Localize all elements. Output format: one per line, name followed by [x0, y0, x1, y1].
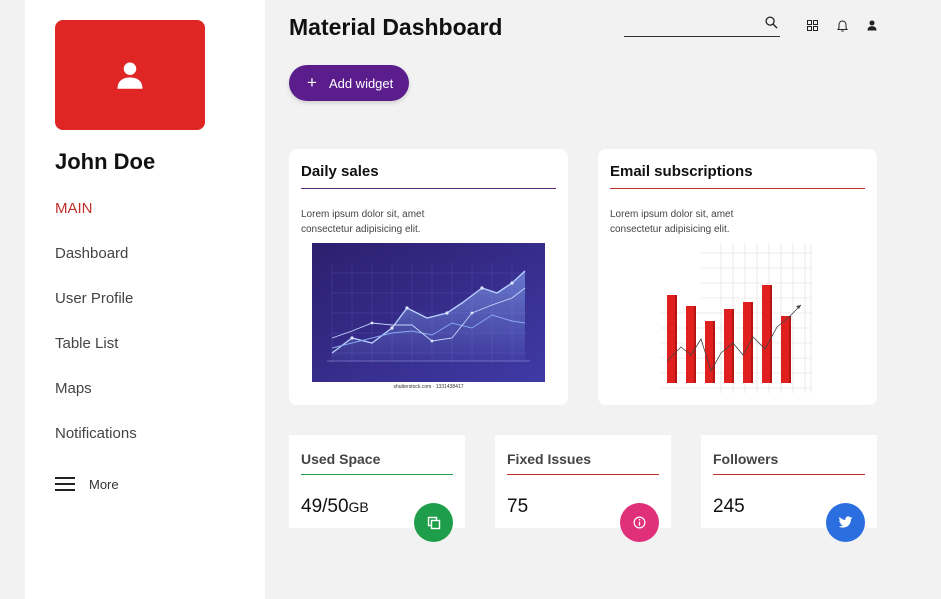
sidebar-item-maps[interactable]: Maps [55, 379, 137, 424]
sidebar-nav: MAIN Dashboard User Profile Table List M… [55, 199, 137, 469]
sidebar: John Doe MAIN Dashboard User Profile Tab… [25, 0, 265, 599]
sidebar-item-user-profile[interactable]: User Profile [55, 289, 137, 334]
subscriptions-chart-image [661, 243, 812, 393]
user-icon [117, 62, 143, 89]
daily-sales-card: Daily sales Lorem ipsum dolor sit, amet … [289, 149, 568, 405]
card-description: Lorem ipsum dolor sit, amet consectetur … [610, 209, 734, 235]
card-title: Daily sales [301, 163, 379, 180]
bell-icon[interactable] [837, 20, 848, 32]
stat-title: Fixed Issues [507, 451, 592, 467]
stat-title: Used Space [301, 451, 381, 467]
stat-value: 245 [713, 496, 745, 518]
avatar[interactable] [55, 20, 205, 130]
card-title: Email subscriptions [610, 163, 753, 180]
used-space-action-button[interactable] [414, 503, 453, 542]
stat-number: 75 [507, 496, 529, 517]
stat-divider [507, 474, 659, 475]
page-title: Material Dashboard [289, 14, 503, 40]
copy-icon [427, 516, 440, 529]
hamburger-icon [55, 477, 75, 491]
stat-number: 245 [713, 496, 745, 517]
card-divider [610, 188, 865, 189]
stat-divider [713, 474, 865, 475]
add-widget-button[interactable]: + Add widget [289, 65, 409, 101]
plus-icon: + [307, 73, 317, 92]
sidebar-section-main[interactable]: MAIN [55, 199, 137, 244]
followers-action-button[interactable] [826, 503, 865, 542]
add-widget-label: Add widget [328, 75, 394, 91]
user-name: John Doe [55, 149, 156, 174]
sales-chart-image [312, 243, 545, 382]
apps-grid-icon[interactable] [807, 20, 818, 31]
stat-divider [301, 474, 453, 475]
user-icon[interactable] [867, 20, 877, 31]
card-description: Lorem ipsum dolor sit, amet consectetur … [301, 209, 425, 235]
twitter-icon [838, 516, 853, 528]
image-caption: shutterstock.com · 1331438417 [393, 384, 464, 390]
stat-unit: GB [348, 499, 369, 515]
search-icon[interactable] [765, 16, 778, 29]
search-input[interactable] [624, 14, 754, 36]
stat-value: 49/50GB [301, 496, 369, 518]
more-label: More [89, 476, 119, 492]
fixed-issues-action-button[interactable] [620, 503, 659, 542]
sidebar-item-notifications[interactable]: Notifications [55, 424, 137, 469]
more-menu-button[interactable]: More [55, 476, 119, 492]
sidebar-item-table-list[interactable]: Table List [55, 334, 137, 379]
search-bar [624, 14, 780, 37]
stat-number: 49/50 [301, 496, 349, 517]
info-icon [633, 516, 646, 529]
stat-title: Followers [713, 451, 779, 467]
stat-value: 75 [507, 496, 528, 518]
sidebar-item-dashboard[interactable]: Dashboard [55, 244, 137, 289]
card-divider [301, 188, 556, 189]
email-subscriptions-card: Email subscriptions Lorem ipsum dolor si… [598, 149, 877, 405]
